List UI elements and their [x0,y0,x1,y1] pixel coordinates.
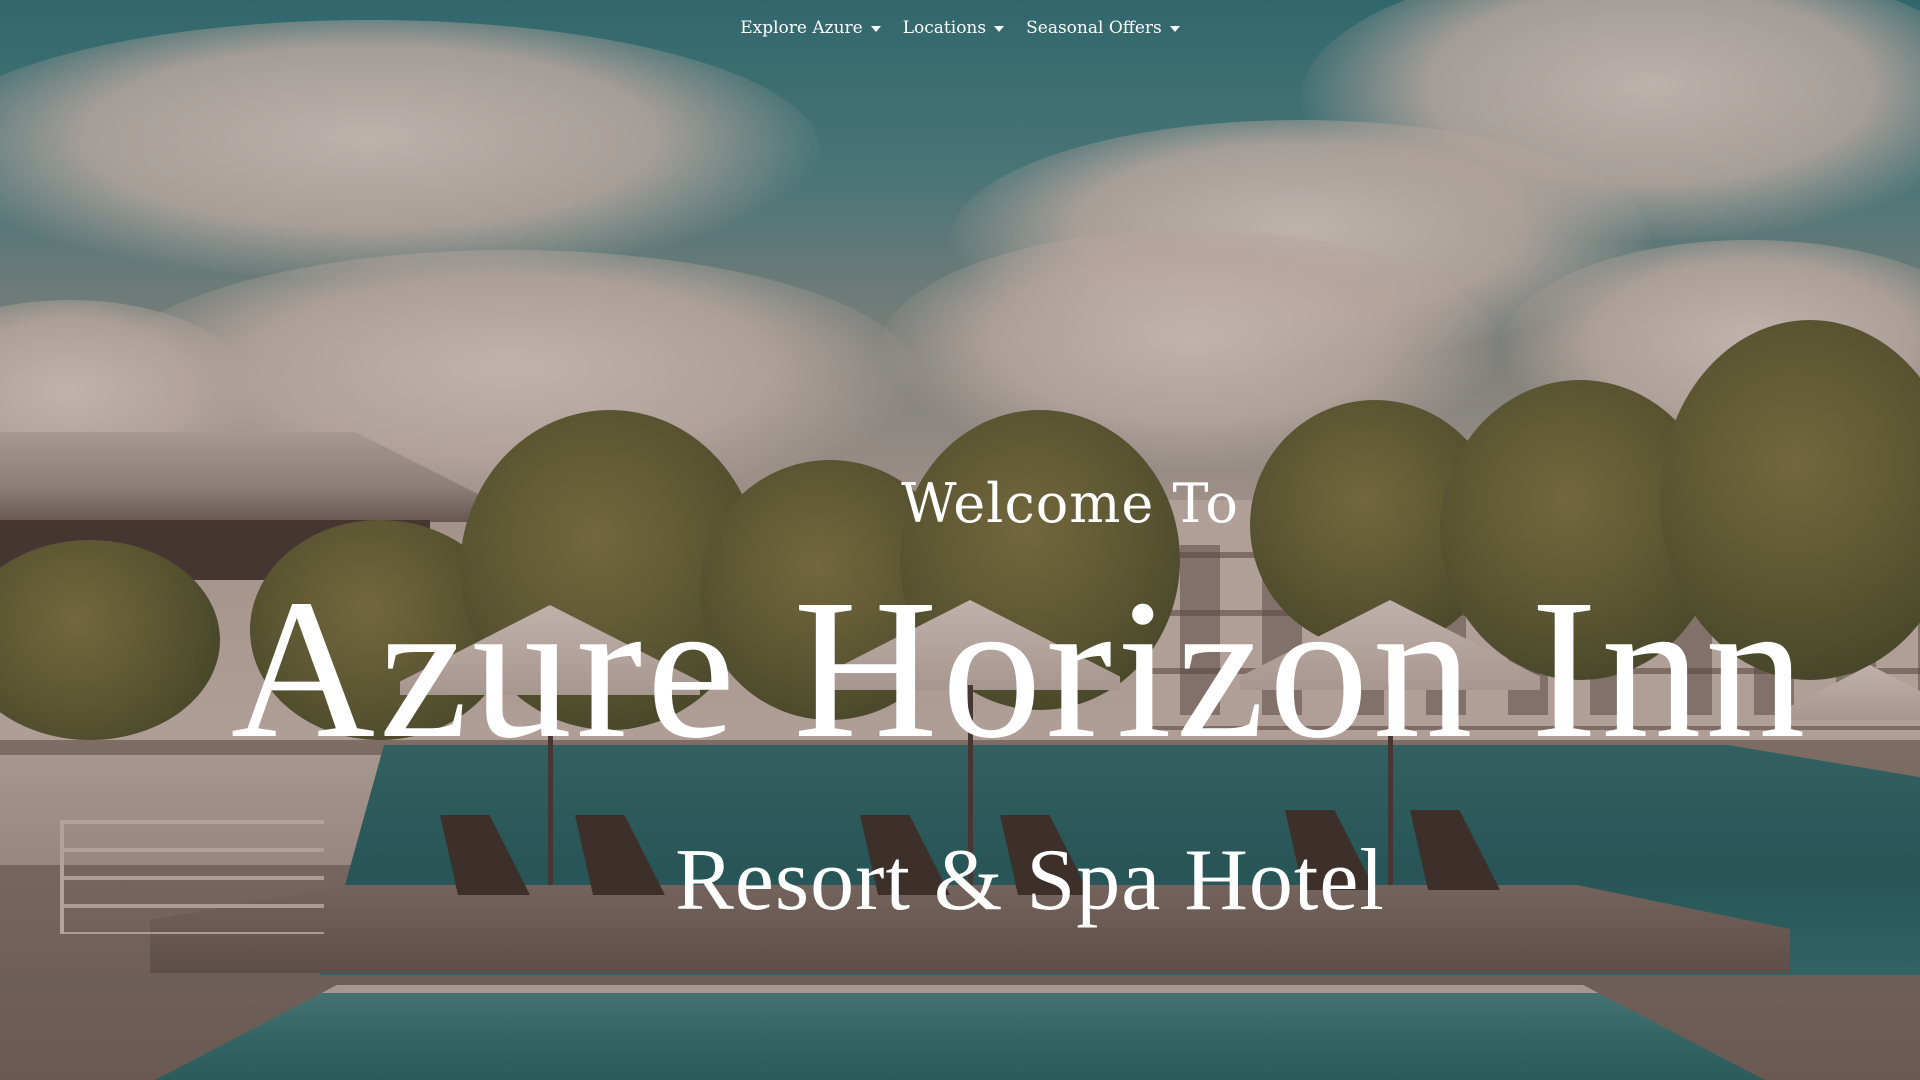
nav-locations-label: Locations [902,18,987,38]
nav-seasonal-offers-label: Seasonal Offers [1026,18,1162,38]
caret-down-icon [994,26,1005,32]
hotel-name-title: Azure Horizon Inn [230,559,1810,780]
nav-explore-azure-label: Explore Azure [740,18,863,38]
hero-section: Explore Azure Locations Seasonal Offers … [0,0,1920,1080]
caret-down-icon [1169,26,1180,32]
main-navigation: Explore Azure Locations Seasonal Offers [0,14,1920,42]
nav-seasonal-offers[interactable]: Seasonal Offers [1022,14,1184,42]
welcome-heading: Welcome To [901,472,1239,535]
hotel-tagline: Resort & Spa Hotel [675,832,1385,929]
caret-down-icon [870,26,881,32]
nav-explore-azure[interactable]: Explore Azure [736,14,885,42]
nav-locations[interactable]: Locations [899,14,1008,42]
